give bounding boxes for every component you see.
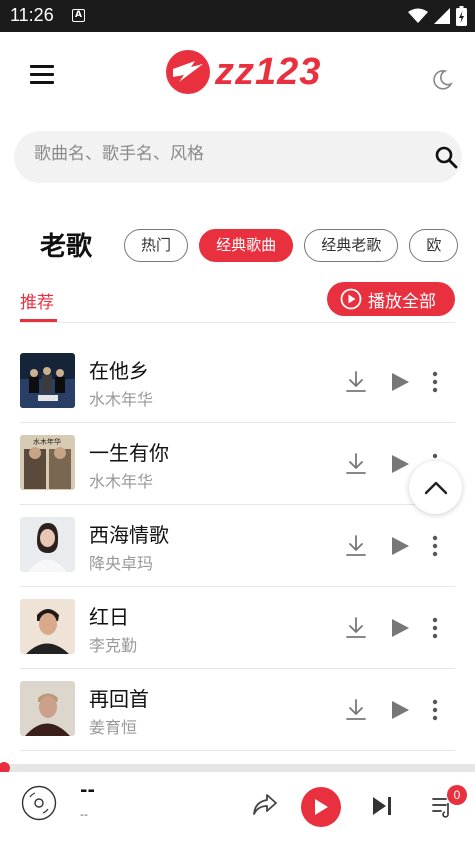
app-logo: zz123 xyxy=(165,49,321,95)
play-all-button[interactable]: 播放全部 xyxy=(327,282,455,316)
song-row[interactable]: 西海情歌 降央卓玛 xyxy=(0,505,475,587)
play-icon[interactable] xyxy=(391,455,409,473)
share-icon[interactable] xyxy=(252,794,278,816)
download-icon[interactable] xyxy=(345,452,367,476)
play-button[interactable] xyxy=(301,787,341,827)
more-vertical-icon[interactable] xyxy=(431,371,439,393)
signal-icon xyxy=(434,8,450,24)
download-icon[interactable] xyxy=(345,616,367,640)
logo-mark-icon xyxy=(166,50,210,94)
more-vertical-icon[interactable] xyxy=(431,535,439,557)
play-circle-icon xyxy=(340,288,362,310)
album-cover xyxy=(20,517,75,572)
divider xyxy=(20,750,455,751)
play-all-label: 播放全部 xyxy=(368,291,436,312)
song-artist: 降央卓玛 xyxy=(89,554,154,573)
search-input[interactable] xyxy=(34,144,394,164)
now-playing-title: -- xyxy=(80,780,95,801)
song-title: 一生有你 xyxy=(89,441,169,465)
cover-caption: 水木年华 xyxy=(33,437,61,446)
download-icon[interactable] xyxy=(345,534,367,558)
song-artist: 李克勤 xyxy=(89,636,138,655)
divider xyxy=(20,322,455,323)
chip-hot[interactable]: 热门 xyxy=(124,229,189,262)
song-artist: 水木年华 xyxy=(89,390,154,409)
queue-count-badge: 0 xyxy=(447,785,467,805)
song-title: 红日 xyxy=(89,605,129,629)
more-vertical-icon[interactable] xyxy=(431,699,439,721)
download-icon[interactable] xyxy=(345,698,367,722)
song-artist: 姜育恒 xyxy=(89,718,138,737)
download-icon[interactable] xyxy=(345,370,367,394)
album-cover xyxy=(20,599,75,654)
moon-icon[interactable] xyxy=(430,68,454,92)
song-artist: 水木年华 xyxy=(89,472,154,491)
album-cover: 水木年华 xyxy=(20,435,75,490)
disc-icon[interactable] xyxy=(21,785,57,821)
notification-a-icon: A xyxy=(72,9,85,22)
status-icons xyxy=(408,6,467,26)
tab-recommend[interactable]: 推荐 xyxy=(20,288,54,313)
scroll-to-top-button[interactable] xyxy=(409,461,462,514)
chip-european[interactable]: 欧 xyxy=(409,229,459,262)
search-bar xyxy=(14,131,462,183)
mini-player: -- -- 0 xyxy=(0,772,475,844)
category-title: 老歌 xyxy=(40,232,93,262)
song-row[interactable]: 再回首 姜育恒 xyxy=(0,669,475,751)
song-title: 再回首 xyxy=(89,687,149,711)
song-title: 西海情歌 xyxy=(89,523,169,547)
play-icon[interactable] xyxy=(391,373,409,391)
chip-classic-old-songs[interactable]: 经典老歌 xyxy=(304,229,399,262)
more-vertical-icon[interactable] xyxy=(431,617,439,639)
play-icon xyxy=(315,799,328,815)
wifi-icon xyxy=(408,8,428,23)
now-playing-artist: -- xyxy=(80,808,88,821)
category-chips: 热门 经典歌曲 经典老歌 欧 xyxy=(124,229,475,263)
song-row[interactable]: 红日 李克勤 xyxy=(0,587,475,669)
app-header: zz123 xyxy=(0,32,475,122)
song-list: 在他乡 水木年华 水木年华 一生有你 水木年华 西海情歌 降央卓玛 红日 李克勤… xyxy=(0,341,475,751)
status-time: 11:26 xyxy=(10,5,54,25)
chip-classic-songs[interactable]: 经典歌曲 xyxy=(199,229,294,262)
song-row[interactable]: 水木年华 一生有你 水木年华 xyxy=(0,423,475,505)
play-icon[interactable] xyxy=(391,619,409,637)
album-cover xyxy=(20,353,75,408)
next-track-icon[interactable] xyxy=(372,797,392,815)
play-icon[interactable] xyxy=(391,537,409,555)
hamburger-menu-icon[interactable] xyxy=(30,65,54,85)
album-cover xyxy=(20,681,75,736)
song-title: 在他乡 xyxy=(89,359,149,383)
battery-charging-icon xyxy=(456,6,467,26)
search-icon[interactable] xyxy=(434,145,458,169)
playback-progress-track[interactable] xyxy=(0,764,475,772)
status-bar: 11:26 A xyxy=(0,0,475,32)
play-icon[interactable] xyxy=(391,701,409,719)
song-row[interactable]: 在他乡 水木年华 xyxy=(0,341,475,423)
logo-text: zz123 xyxy=(215,50,322,93)
chevron-up-icon xyxy=(424,481,447,494)
